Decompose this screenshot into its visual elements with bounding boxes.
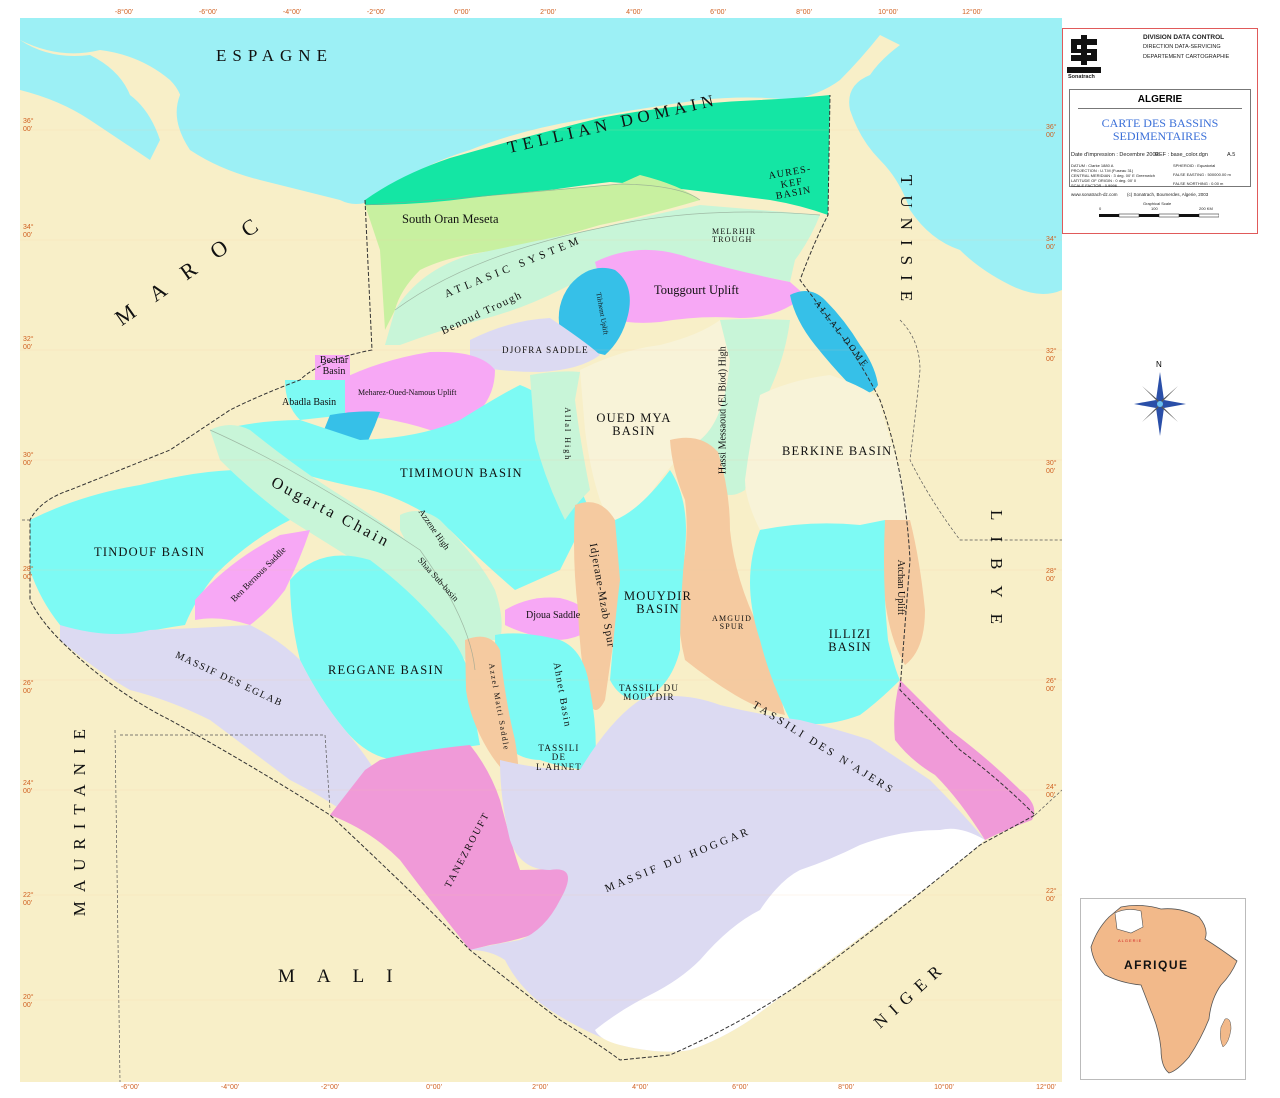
graticule-left-label: 22° 00' <box>23 892 34 907</box>
graticule-left-label: 34° 00' <box>23 224 34 239</box>
graticule-top-label: 12°00' <box>962 9 982 16</box>
title-block: Sonatrach DIVISION DATA CONTROL DIRECTIO… <box>1062 28 1258 234</box>
graticule-left-label: 28° 00' <box>23 566 34 581</box>
graticule-right-label: 26° 00' <box>1046 678 1057 693</box>
format: A.5 <box>1227 152 1236 158</box>
graticule-bottom-label: 4°00' <box>632 1084 648 1091</box>
graticule-top-label: 10°00' <box>878 9 898 16</box>
label-tassili-mouydir: TASSILI DU MOUYDIR <box>618 683 680 703</box>
label-reggane-basin: REGGANE BASIN <box>328 663 444 677</box>
graticule-top-label: -8°00' <box>114 9 134 16</box>
spheroid: SPHEROID : Equatorial <box>1173 163 1216 168</box>
website: www.sonatrach-dz.com <box>1071 192 1118 197</box>
compass-rose-icon <box>1134 372 1186 436</box>
graticule-bottom-label: 2°00' <box>532 1084 548 1091</box>
graticule-right-label: 24° 00' <box>1046 784 1057 799</box>
graticule-bottom-label: 8°00' <box>838 1084 854 1091</box>
scale-200: 200 KM <box>1199 206 1213 211</box>
label-amguid-spur: AMGUID SPUR <box>712 614 753 632</box>
graticule-left-label: 24° 00' <box>23 780 34 795</box>
graticule-bottom-label: -6°00' <box>120 1084 140 1091</box>
label-south-oran-meseta: South Oran Meseta <box>402 212 499 226</box>
title-divider <box>1078 108 1242 109</box>
org-department: DEPARTEMENT CARTOGRAPHIE <box>1143 54 1230 60</box>
label-atchan-uplift: Atchan Uplift <box>894 559 906 615</box>
graticule-bottom-label: 0°00' <box>426 1084 442 1091</box>
sonatrach-logo <box>1067 33 1101 73</box>
inset-afrique-label: AFRIQUE <box>1124 958 1189 972</box>
label-illizi-basin: ILLIZI BASIN <box>828 627 872 655</box>
scale-bar <box>1099 213 1219 218</box>
graticule-top-label: 4°00' <box>626 9 642 16</box>
country-mali: MALI <box>278 966 415 987</box>
label-tassili-ahnet: TASSILI DE L'AHNET <box>535 743 582 772</box>
graticule-top-label: -2°00' <box>366 9 386 16</box>
false-easting: FALSE EASTING : 500000.00 m <box>1173 172 1231 177</box>
graticule-right-label: 36° 00' <box>1046 124 1057 139</box>
graticule-bottom-label: 12°00' <box>1036 1084 1056 1091</box>
graticule-top-label: 0°00' <box>454 9 470 16</box>
inset-algerie-label: ALGERIE <box>1118 938 1143 943</box>
north-arrow: N <box>1130 360 1190 444</box>
label-djofra-saddle: DJOFRA SADDLE <box>502 345 589 355</box>
label-melrhir-trough: MELRHIR TROUGH <box>712 227 757 245</box>
graticule-top-label: 6°00' <box>710 9 726 16</box>
graticule-right-label: 32° 00' <box>1046 348 1057 363</box>
country-tunisie: TUNISIE <box>897 175 916 312</box>
label-oued-mya-basin: OUED MYA BASIN <box>596 411 672 439</box>
graticule-top-label: -6°00' <box>198 9 218 16</box>
logo-text: Sonatrach <box>1068 74 1095 80</box>
graticule-top-label: 2°00' <box>540 9 556 16</box>
label-meharez-uplift: Meharez-Oued-Namous Uplift <box>358 388 457 397</box>
graticule-bottom-label: -2°00' <box>320 1084 340 1091</box>
title-country: ALGERIE <box>1137 94 1183 105</box>
label-berkine-basin: BERKINE BASIN <box>782 444 893 458</box>
print-date: Date d'impression : Decembre 2003 <box>1071 152 1159 158</box>
graticule-bottom-label: 10°00' <box>934 1084 954 1091</box>
graticule-bottom-label: -4°00' <box>220 1084 240 1091</box>
scale-0: 0 <box>1099 206 1102 211</box>
org-division: DIVISION DATA CONTROL <box>1143 34 1225 41</box>
graticule-right-label: 28° 00' <box>1046 568 1057 583</box>
graticule-right-label: 34° 00' <box>1046 236 1057 251</box>
graticule-left-label: 36° 00' <box>23 118 34 133</box>
compass-north-label: N <box>1156 360 1162 369</box>
scale-100: 100 <box>1151 206 1158 211</box>
graticule-left-label: 20° 00' <box>23 994 34 1009</box>
label-bechar-basin: Bechar Basin <box>319 355 349 377</box>
graticule-right-label: 22° 00' <box>1046 888 1057 903</box>
org-direction: DIRECTION DATA-SERVICING <box>1143 44 1221 50</box>
label-allal-high: Allal High <box>563 407 573 462</box>
label-touggourt-uplift: Touggourt Uplift <box>654 283 739 297</box>
graticule-left-label: 30° 00' <box>23 452 34 467</box>
africa-shape-icon <box>1090 905 1238 1074</box>
map-title-line2: SEDIMENTAIRES <box>1112 129 1208 143</box>
graticule-left-label: 26° 00' <box>23 680 34 695</box>
false-northing: FALSE NORTHING : 0.00 m <box>1173 181 1224 186</box>
country-libye: LIBYE <box>987 510 1006 641</box>
copyright: (c) Sonatrach, Boumerdes, Algerie, 2003 <box>1127 192 1209 197</box>
africa-inset <box>1080 898 1246 1080</box>
reference: REF : base_color.dgn <box>1155 152 1208 158</box>
scale-factor: SCALE FACTOR : 0.9996 <box>1071 183 1117 188</box>
label-timimoun-basin: TIMIMOUN BASIN <box>400 466 523 480</box>
country-mauritanie: MAURITANIE <box>70 720 89 917</box>
label-mouydir-basin: MOUYDIR BASIN <box>623 589 693 617</box>
country-espagne: ESPAGNE <box>216 46 333 65</box>
label-hassi-messaoud-high: Hassi Messaoud (El Biod) High <box>717 346 729 475</box>
graticule-top-label: -4°00' <box>282 9 302 16</box>
label-tindouf-basin: TINDOUF BASIN <box>94 545 206 559</box>
graticule-right-label: 30° 00' <box>1046 460 1057 475</box>
graticule-left-label: 32° 00' <box>23 336 34 351</box>
label-djoua-saddle: Djoua Saddle <box>526 610 581 621</box>
label-abadla-basin: Abadla Basin <box>282 397 337 408</box>
graticule-top-label: 8°00' <box>796 9 812 16</box>
graticule-bottom-label: 6°00' <box>732 1084 748 1091</box>
